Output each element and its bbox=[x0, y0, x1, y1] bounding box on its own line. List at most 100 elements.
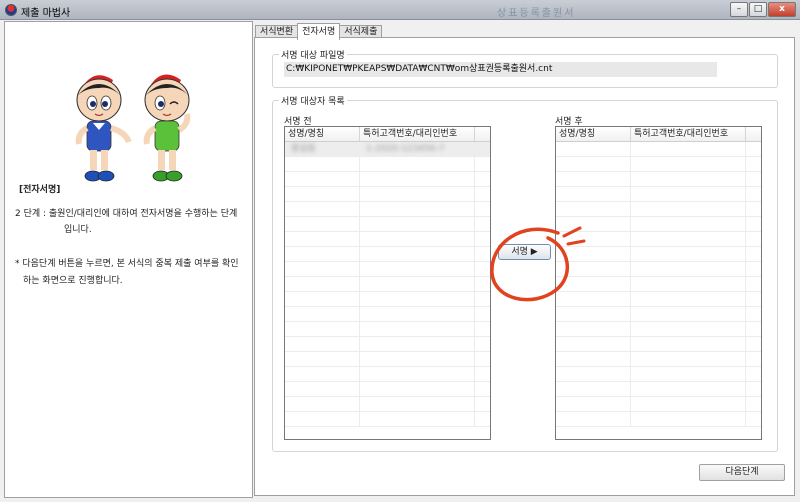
customer-number-cell bbox=[360, 217, 475, 232]
signer-name-cell bbox=[285, 247, 360, 262]
signer-name-cell bbox=[285, 187, 360, 202]
table-row[interactable] bbox=[285, 232, 490, 247]
column-name-header[interactable]: 성명/명칭 bbox=[556, 127, 631, 141]
customer-number-cell bbox=[631, 277, 746, 292]
table-row[interactable] bbox=[285, 412, 490, 427]
table-row[interactable] bbox=[556, 202, 761, 217]
table-row[interactable] bbox=[556, 157, 761, 172]
table-row[interactable] bbox=[285, 217, 490, 232]
table-row[interactable] bbox=[285, 202, 490, 217]
table-row[interactable] bbox=[556, 142, 761, 157]
column-customer-number-header[interactable]: 특허고객번호/대리인번호 bbox=[631, 127, 746, 141]
file-path-field: C:₩KIPONET₩PKEAPS₩DATA₩CNT₩om상표권등록출원서.cn… bbox=[284, 62, 717, 77]
table-row[interactable]: 홍길동 1-2020-123456-7 bbox=[285, 142, 490, 157]
customer-number-cell bbox=[360, 367, 475, 382]
table-row[interactable] bbox=[556, 367, 761, 382]
signer-name-cell bbox=[285, 352, 360, 367]
table-row[interactable] bbox=[556, 247, 761, 262]
signer-name-cell bbox=[285, 277, 360, 292]
customer-number-cell bbox=[631, 322, 746, 337]
signer-name-cell bbox=[556, 247, 631, 262]
table-row[interactable] bbox=[556, 232, 761, 247]
customer-number-cell bbox=[360, 172, 475, 187]
signer-name-cell bbox=[285, 397, 360, 412]
table-row[interactable] bbox=[556, 172, 761, 187]
customer-number-cell bbox=[360, 292, 475, 307]
customer-number-cell bbox=[631, 382, 746, 397]
customer-number-cell bbox=[360, 157, 475, 172]
table-row[interactable] bbox=[556, 322, 761, 337]
customer-number-cell bbox=[631, 352, 746, 367]
signer-name-cell bbox=[556, 262, 631, 277]
table-row[interactable] bbox=[285, 307, 490, 322]
table-row[interactable] bbox=[285, 172, 490, 187]
customer-number-cell bbox=[360, 277, 475, 292]
table-row[interactable] bbox=[556, 412, 761, 427]
table-row[interactable] bbox=[285, 352, 490, 367]
table-row[interactable] bbox=[556, 187, 761, 202]
table-row[interactable] bbox=[556, 277, 761, 292]
signer-name-cell bbox=[285, 202, 360, 217]
next-step-button[interactable]: 다음단계 bbox=[699, 464, 785, 481]
signer-name-cell bbox=[556, 337, 631, 352]
document-title: 상표등록출원서 bbox=[497, 8, 576, 19]
after-sign-list[interactable]: 성명/명칭 특허고객번호/대리인번호 bbox=[555, 126, 762, 440]
file-group-title: 서명 대상 파일명 bbox=[279, 48, 347, 61]
table-row[interactable] bbox=[556, 292, 761, 307]
maximize-button[interactable]: □ bbox=[749, 2, 767, 17]
signer-name-cell bbox=[556, 202, 631, 217]
wizard-panel: 서식변환 전자서명 서식제출 서명 대상 파일명 C:₩KIPONET₩PKEA… bbox=[253, 21, 796, 498]
table-row[interactable] bbox=[285, 337, 490, 352]
table-row[interactable] bbox=[556, 307, 761, 322]
step-description: 2 단계 : 출원인/대리인에 대하여 전자서명을 수행하는 단계 bbox=[15, 209, 238, 219]
customer-number-cell bbox=[631, 397, 746, 412]
customer-number-cell bbox=[360, 262, 475, 277]
customer-number-cell bbox=[631, 247, 746, 262]
before-sign-list[interactable]: 성명/명칭 특허고객번호/대리인번호 홍길동 1-2020-123456-7 bbox=[284, 126, 491, 440]
customer-number-cell bbox=[631, 292, 746, 307]
sign-button[interactable]: 서명 ▶ bbox=[498, 244, 551, 260]
signer-name-cell bbox=[285, 382, 360, 397]
table-row[interactable] bbox=[285, 247, 490, 262]
table-row[interactable] bbox=[285, 187, 490, 202]
signer-name-cell bbox=[556, 157, 631, 172]
signer-name-cell bbox=[285, 172, 360, 187]
table-row[interactable] bbox=[285, 322, 490, 337]
signer-name-cell bbox=[556, 187, 631, 202]
table-row[interactable] bbox=[285, 397, 490, 412]
table-row[interactable] bbox=[285, 277, 490, 292]
step-description-cont: 입니다. bbox=[64, 225, 92, 235]
minimize-button[interactable]: – bbox=[730, 2, 748, 17]
customer-number-cell bbox=[360, 382, 475, 397]
column-customer-number-header[interactable]: 특허고객번호/대리인번호 bbox=[360, 127, 475, 141]
step-heading: [전자서명] bbox=[19, 185, 61, 195]
customer-number-cell bbox=[631, 367, 746, 382]
signer-name-cell bbox=[285, 322, 360, 337]
table-row[interactable] bbox=[285, 292, 490, 307]
table-row[interactable] bbox=[556, 352, 761, 367]
table-row[interactable] bbox=[556, 337, 761, 352]
close-button[interactable]: x bbox=[768, 2, 796, 17]
table-row[interactable] bbox=[556, 262, 761, 277]
table-row[interactable] bbox=[285, 157, 490, 172]
column-name-header[interactable]: 성명/명칭 bbox=[285, 127, 360, 141]
customer-number-cell bbox=[631, 187, 746, 202]
customer-number-cell bbox=[360, 322, 475, 337]
after-list-header: 성명/명칭 특허고객번호/대리인번호 bbox=[556, 127, 761, 142]
table-row[interactable] bbox=[556, 217, 761, 232]
table-row[interactable] bbox=[285, 262, 490, 277]
tab-e-signature[interactable]: 전자서명 bbox=[297, 23, 341, 40]
customer-number-cell bbox=[631, 217, 746, 232]
wizard-tabs: 서식변환 전자서명 서식제출 bbox=[255, 23, 383, 40]
table-row[interactable] bbox=[556, 382, 761, 397]
customer-number-cell bbox=[360, 247, 475, 262]
table-row[interactable] bbox=[285, 367, 490, 382]
table-row[interactable] bbox=[556, 397, 761, 412]
signer-name-cell bbox=[556, 367, 631, 382]
signer-name-cell bbox=[285, 262, 360, 277]
signer-name-cell bbox=[556, 307, 631, 322]
table-row[interactable] bbox=[285, 382, 490, 397]
customer-number-cell bbox=[631, 262, 746, 277]
signer-name-cell bbox=[285, 232, 360, 247]
customer-number-cell bbox=[360, 412, 475, 427]
